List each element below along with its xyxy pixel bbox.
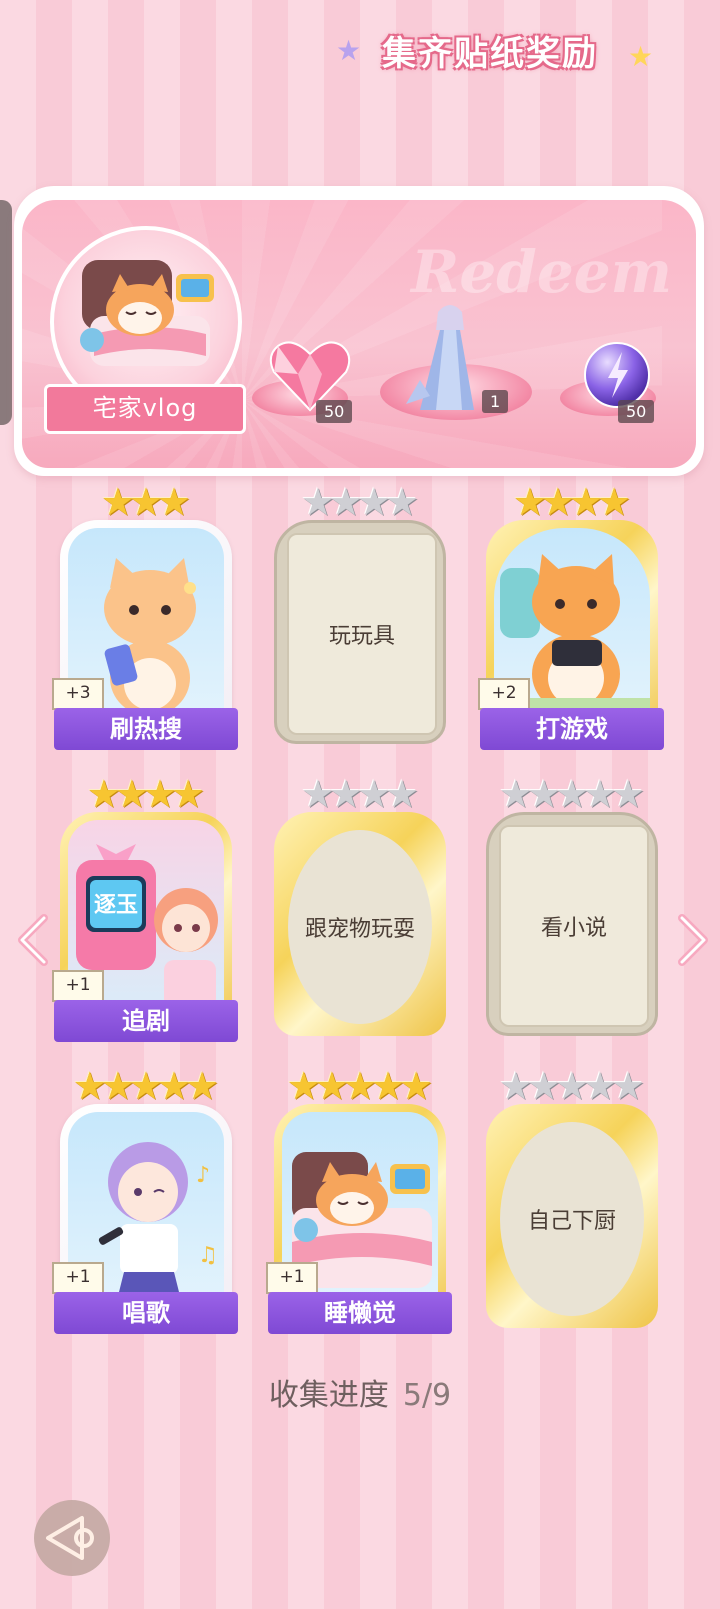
gold-star-icon: ★ (157, 480, 192, 524)
empty-slot: 自己下厨 (500, 1122, 644, 1316)
yellow-star-icon: ★ (628, 40, 654, 73)
grey-star-icon: ★ (385, 480, 420, 524)
svg-text:♫: ♫ (198, 1243, 218, 1268)
gold-star-icon: ★ (597, 480, 632, 524)
gold-star-icon: ★ (171, 772, 206, 816)
card-label: 看小说 (540, 916, 607, 941)
prev-page-arrow-icon[interactable] (14, 912, 54, 968)
star-rating: ★★★★ (486, 482, 658, 522)
card-frame: 看小说 (486, 812, 658, 1036)
star-rating: ★★★★★ (486, 774, 658, 814)
sticker-card-collected[interactable]: 逐玉 ★★★★ +1 追剧 (52, 774, 238, 1042)
progress-label: 收集进度 (268, 1378, 389, 1413)
theme-label: 宅家vlog (44, 384, 246, 434)
sticker-card-locked[interactable]: 看小说 ★★★★★ (486, 774, 658, 1036)
bonus-tag: +2 (478, 678, 530, 710)
sticker-card-collected[interactable]: ♪ ♫ ★★★★★ +1 唱歌 (52, 1066, 238, 1334)
sticker-card-locked[interactable]: 自己下厨 ★★★★★ (486, 1066, 658, 1328)
card-label: 打游戏 (480, 708, 664, 750)
bonus-tag: +1 (266, 1262, 318, 1294)
side-drawer-handle[interactable] (0, 200, 12, 425)
card-label: 跟宠物玩耍 (304, 917, 415, 942)
sticker-card-collected[interactable]: ★★★★★ +1 睡懒觉 (266, 1066, 452, 1334)
card-label: 自己下厨 (527, 1209, 616, 1234)
card-frame: 跟宠物玩耍 (274, 812, 446, 1036)
grey-star-icon: ★ (611, 772, 646, 816)
bonus-tag: +1 (52, 1262, 104, 1294)
gold-star-icon: ★ (399, 1064, 434, 1108)
star-rating: ★★★★ (274, 774, 446, 814)
back-button[interactable] (34, 1500, 110, 1576)
bonus-tag: +1 (52, 970, 104, 1002)
star-rating: ★★★★★ (60, 1066, 232, 1106)
empty-slot: 看小说 (499, 825, 649, 1027)
star-rating: ★★★★★ (486, 1066, 658, 1106)
purple-star-icon: ★ (336, 34, 362, 67)
sticker-card-locked[interactable]: 玩玩具 ★★★★ (274, 482, 446, 744)
grey-star-icon: ★ (385, 772, 420, 816)
reward-count: 50 (618, 400, 655, 423)
banner-title: 集齐贴纸奖励 (382, 34, 598, 74)
banner-watermark: Redeem (411, 238, 672, 306)
svg-text:♪: ♪ (196, 1163, 210, 1188)
back-arrow-icon (46, 1516, 94, 1560)
grey-star-icon: ★ (611, 1064, 646, 1108)
star-rating: ★★★★★ (274, 1066, 446, 1106)
card-frame: 自己下厨 (486, 1104, 658, 1328)
bonus-tag: +3 (52, 678, 104, 710)
empty-slot: 跟宠物玩耍 (288, 830, 432, 1024)
reward-count: 1 (482, 390, 509, 413)
sticker-card-locked[interactable]: 跟宠物玩耍 ★★★★ (274, 774, 446, 1036)
sticker-card-collected[interactable]: ★★★★ +2 打游戏 (478, 482, 664, 750)
next-page-arrow-icon[interactable] (672, 912, 712, 968)
star-rating: ★★★ (60, 482, 232, 522)
gold-star-icon: ★ (185, 1064, 220, 1108)
card-label: 玩玩具 (328, 624, 395, 649)
card-label: 唱歌 (54, 1292, 238, 1334)
empty-slot: 玩玩具 (287, 533, 437, 735)
star-rating: ★★★★ (60, 774, 232, 814)
progress-value: 5/9 (402, 1378, 452, 1413)
tv-screen-text: 逐玉 (94, 893, 138, 918)
card-frame: 玩玩具 (274, 520, 446, 744)
card-label: 睡懒觉 (268, 1292, 452, 1334)
collection-progress: 收集进度 5/9 (0, 1370, 720, 1414)
card-label: 追剧 (54, 1000, 238, 1042)
card-label: 刷热搜 (54, 708, 238, 750)
reward-count: 50 (316, 400, 353, 423)
sticker-card-collected[interactable]: ★★★ +3 刷热搜 (52, 482, 238, 750)
star-rating: ★★★★ (274, 482, 446, 522)
